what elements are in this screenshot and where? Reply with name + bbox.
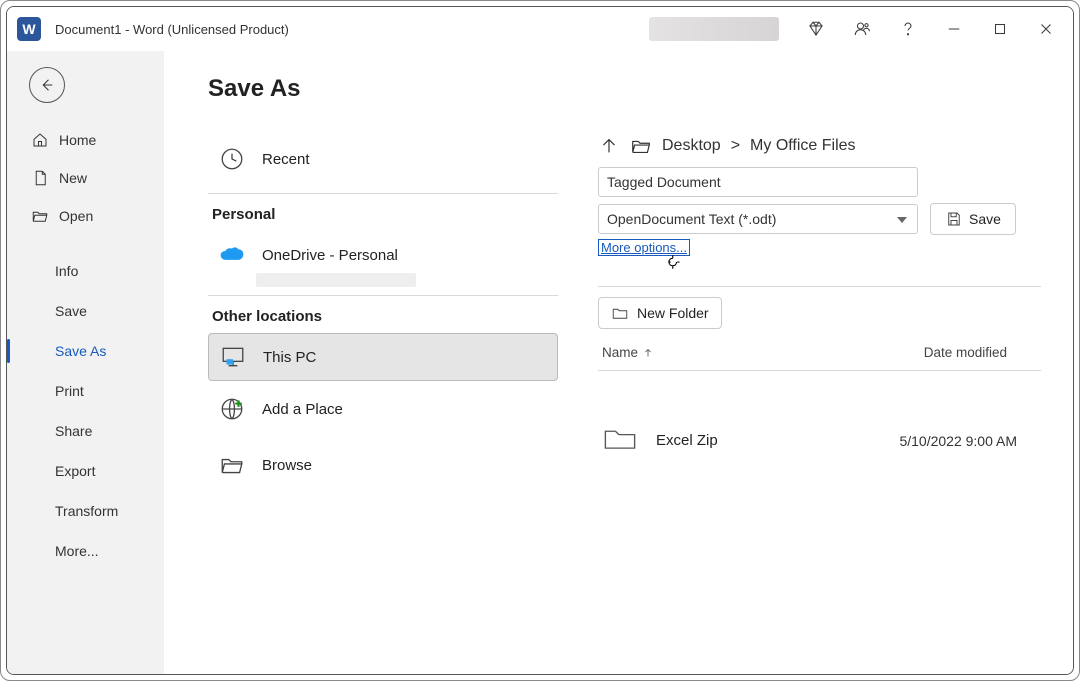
cursor-icon	[666, 252, 684, 272]
section-personal: Personal	[212, 206, 558, 223]
nav-print[interactable]: Print	[7, 371, 164, 411]
new-folder-label: New Folder	[637, 305, 709, 321]
onedrive-account-redacted	[256, 273, 416, 287]
close-button[interactable]	[1023, 7, 1069, 51]
globe-plus-icon	[214, 396, 250, 422]
folder-item-icon	[602, 423, 638, 458]
window-title: Document1 - Word (Unlicensed Product)	[55, 22, 289, 37]
location-onedrive-label: OneDrive - Personal	[262, 247, 398, 264]
location-add-place-label: Add a Place	[262, 401, 343, 418]
breadcrumb-sub[interactable]: My Office Files	[750, 137, 856, 155]
filetype-value: OpenDocument Text (*.odt)	[607, 211, 776, 227]
file-date: 5/10/2022 9:00 AM	[899, 433, 1037, 449]
account-icon[interactable]	[839, 7, 885, 51]
nav-new[interactable]: New	[7, 159, 164, 197]
nav-home-label: Home	[59, 132, 96, 148]
word-app-icon: W	[17, 17, 41, 41]
save-button-label: Save	[969, 211, 1001, 227]
sort-asc-icon	[642, 347, 654, 359]
clock-icon	[214, 146, 250, 172]
nav-share[interactable]: Share	[7, 411, 164, 451]
minimize-button[interactable]	[931, 7, 977, 51]
nav-home[interactable]: Home	[7, 121, 164, 159]
nav-export[interactable]: Export	[7, 451, 164, 491]
folder-open-icon	[214, 452, 250, 478]
location-browse-label: Browse	[262, 457, 312, 474]
save-icon	[945, 210, 963, 228]
breadcrumb-root[interactable]: Desktop	[662, 137, 721, 155]
nav-more[interactable]: More...	[7, 531, 164, 571]
new-folder-icon	[611, 304, 629, 322]
column-name[interactable]: Name	[602, 345, 654, 360]
diamond-icon[interactable]	[793, 7, 839, 51]
folder-icon	[630, 135, 652, 157]
location-this-pc[interactable]: This PC	[208, 333, 558, 381]
new-folder-button[interactable]: New Folder	[598, 297, 722, 329]
filename-input[interactable]	[598, 167, 918, 197]
maximize-button[interactable]	[977, 7, 1023, 51]
location-recent[interactable]: Recent	[208, 131, 558, 187]
help-icon[interactable]	[885, 7, 931, 51]
backstage-sidebar: Home New Open Info Save Save As Print Sh…	[7, 51, 164, 674]
nav-open-label: Open	[59, 208, 93, 224]
cloud-icon	[214, 242, 250, 268]
account-area	[649, 17, 779, 41]
up-arrow-icon[interactable]	[598, 135, 620, 157]
file-name: Excel Zip	[656, 432, 718, 449]
nav-save-as[interactable]: Save As	[7, 331, 164, 371]
nav-open[interactable]: Open	[7, 197, 164, 235]
location-onedrive[interactable]: OneDrive - Personal	[208, 231, 558, 279]
monitor-icon	[215, 344, 251, 370]
nav-new-label: New	[59, 170, 87, 186]
column-date[interactable]: Date modified	[924, 345, 1037, 360]
save-button[interactable]: Save	[930, 203, 1016, 235]
section-other: Other locations	[212, 308, 558, 325]
breadcrumb[interactable]: Desktop > My Office Files	[598, 131, 1041, 161]
nav-transform[interactable]: Transform	[7, 491, 164, 531]
file-row[interactable]: Excel Zip 5/10/2022 9:00 AM	[598, 423, 1041, 458]
location-add-place[interactable]: Add a Place	[208, 381, 558, 437]
location-browse[interactable]: Browse	[208, 437, 558, 493]
page-title: Save As	[208, 75, 1041, 103]
location-this-pc-label: This PC	[263, 349, 316, 366]
filetype-select[interactable]: OpenDocument Text (*.odt)	[598, 204, 918, 234]
nav-save[interactable]: Save	[7, 291, 164, 331]
back-button[interactable]	[29, 67, 65, 103]
nav-info[interactable]: Info	[7, 251, 164, 291]
location-recent-label: Recent	[262, 151, 310, 168]
